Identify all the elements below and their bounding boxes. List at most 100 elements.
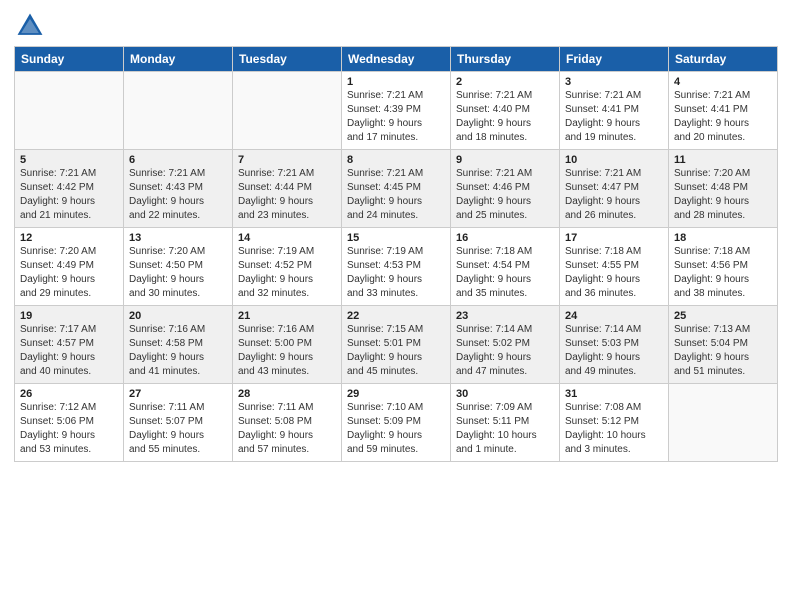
- week-row-5: 26Sunrise: 7:12 AM Sunset: 5:06 PM Dayli…: [15, 384, 778, 462]
- day-info: Sunrise: 7:13 AM Sunset: 5:04 PM Dayligh…: [674, 323, 772, 379]
- day-number: 24: [565, 310, 663, 322]
- calendar-cell: 12Sunrise: 7:20 AM Sunset: 4:49 PM Dayli…: [15, 228, 124, 306]
- day-info: Sunrise: 7:09 AM Sunset: 5:11 PM Dayligh…: [456, 401, 554, 457]
- day-info: Sunrise: 7:21 AM Sunset: 4:46 PM Dayligh…: [456, 167, 554, 223]
- weekday-header-saturday: Saturday: [669, 47, 778, 72]
- day-info: Sunrise: 7:16 AM Sunset: 4:58 PM Dayligh…: [129, 323, 227, 379]
- day-number: 22: [347, 310, 445, 322]
- day-info: Sunrise: 7:21 AM Sunset: 4:39 PM Dayligh…: [347, 89, 445, 145]
- day-number: 19: [20, 310, 118, 322]
- day-info: Sunrise: 7:21 AM Sunset: 4:42 PM Dayligh…: [20, 167, 118, 223]
- calendar-cell: 5Sunrise: 7:21 AM Sunset: 4:42 PM Daylig…: [15, 150, 124, 228]
- day-number: 15: [347, 232, 445, 244]
- day-number: 1: [347, 76, 445, 88]
- calendar-cell: 22Sunrise: 7:15 AM Sunset: 5:01 PM Dayli…: [342, 306, 451, 384]
- day-number: 27: [129, 388, 227, 400]
- header: [14, 10, 778, 42]
- day-info: Sunrise: 7:19 AM Sunset: 4:53 PM Dayligh…: [347, 245, 445, 301]
- day-info: Sunrise: 7:08 AM Sunset: 5:12 PM Dayligh…: [565, 401, 663, 457]
- day-number: 26: [20, 388, 118, 400]
- calendar-cell: 19Sunrise: 7:17 AM Sunset: 4:57 PM Dayli…: [15, 306, 124, 384]
- calendar-cell: 20Sunrise: 7:16 AM Sunset: 4:58 PM Dayli…: [124, 306, 233, 384]
- day-info: Sunrise: 7:18 AM Sunset: 4:55 PM Dayligh…: [565, 245, 663, 301]
- day-info: Sunrise: 7:21 AM Sunset: 4:47 PM Dayligh…: [565, 167, 663, 223]
- calendar-cell: 16Sunrise: 7:18 AM Sunset: 4:54 PM Dayli…: [451, 228, 560, 306]
- calendar-cell: 18Sunrise: 7:18 AM Sunset: 4:56 PM Dayli…: [669, 228, 778, 306]
- day-number: 8: [347, 154, 445, 166]
- day-number: 16: [456, 232, 554, 244]
- day-number: 3: [565, 76, 663, 88]
- calendar-cell: 29Sunrise: 7:10 AM Sunset: 5:09 PM Dayli…: [342, 384, 451, 462]
- day-info: Sunrise: 7:11 AM Sunset: 5:07 PM Dayligh…: [129, 401, 227, 457]
- calendar-cell: 11Sunrise: 7:20 AM Sunset: 4:48 PM Dayli…: [669, 150, 778, 228]
- calendar-cell: 31Sunrise: 7:08 AM Sunset: 5:12 PM Dayli…: [560, 384, 669, 462]
- calendar-cell: 6Sunrise: 7:21 AM Sunset: 4:43 PM Daylig…: [124, 150, 233, 228]
- weekday-header-monday: Monday: [124, 47, 233, 72]
- day-info: Sunrise: 7:21 AM Sunset: 4:40 PM Dayligh…: [456, 89, 554, 145]
- calendar-cell: 25Sunrise: 7:13 AM Sunset: 5:04 PM Dayli…: [669, 306, 778, 384]
- day-info: Sunrise: 7:10 AM Sunset: 5:09 PM Dayligh…: [347, 401, 445, 457]
- calendar-cell: 13Sunrise: 7:20 AM Sunset: 4:50 PM Dayli…: [124, 228, 233, 306]
- calendar-cell: 28Sunrise: 7:11 AM Sunset: 5:08 PM Dayli…: [233, 384, 342, 462]
- day-info: Sunrise: 7:14 AM Sunset: 5:03 PM Dayligh…: [565, 323, 663, 379]
- day-info: Sunrise: 7:21 AM Sunset: 4:44 PM Dayligh…: [238, 167, 336, 223]
- calendar-table: SundayMondayTuesdayWednesdayThursdayFrid…: [14, 46, 778, 462]
- page: SundayMondayTuesdayWednesdayThursdayFrid…: [0, 0, 792, 476]
- day-info: Sunrise: 7:21 AM Sunset: 4:41 PM Dayligh…: [674, 89, 772, 145]
- day-info: Sunrise: 7:18 AM Sunset: 4:54 PM Dayligh…: [456, 245, 554, 301]
- day-number: 23: [456, 310, 554, 322]
- calendar-cell: 7Sunrise: 7:21 AM Sunset: 4:44 PM Daylig…: [233, 150, 342, 228]
- day-number: 5: [20, 154, 118, 166]
- calendar-cell: 2Sunrise: 7:21 AM Sunset: 4:40 PM Daylig…: [451, 72, 560, 150]
- week-row-2: 5Sunrise: 7:21 AM Sunset: 4:42 PM Daylig…: [15, 150, 778, 228]
- weekday-header-friday: Friday: [560, 47, 669, 72]
- day-number: 7: [238, 154, 336, 166]
- day-number: 14: [238, 232, 336, 244]
- weekday-header-sunday: Sunday: [15, 47, 124, 72]
- weekday-header-tuesday: Tuesday: [233, 47, 342, 72]
- calendar-cell: 23Sunrise: 7:14 AM Sunset: 5:02 PM Dayli…: [451, 306, 560, 384]
- calendar-cell: 3Sunrise: 7:21 AM Sunset: 4:41 PM Daylig…: [560, 72, 669, 150]
- day-number: 11: [674, 154, 772, 166]
- day-info: Sunrise: 7:17 AM Sunset: 4:57 PM Dayligh…: [20, 323, 118, 379]
- calendar-cell: 14Sunrise: 7:19 AM Sunset: 4:52 PM Dayli…: [233, 228, 342, 306]
- day-info: Sunrise: 7:19 AM Sunset: 4:52 PM Dayligh…: [238, 245, 336, 301]
- calendar-cell: 30Sunrise: 7:09 AM Sunset: 5:11 PM Dayli…: [451, 384, 560, 462]
- day-info: Sunrise: 7:18 AM Sunset: 4:56 PM Dayligh…: [674, 245, 772, 301]
- day-number: 2: [456, 76, 554, 88]
- calendar-cell: [669, 384, 778, 462]
- day-number: 17: [565, 232, 663, 244]
- day-info: Sunrise: 7:11 AM Sunset: 5:08 PM Dayligh…: [238, 401, 336, 457]
- day-number: 4: [674, 76, 772, 88]
- day-number: 30: [456, 388, 554, 400]
- day-number: 6: [129, 154, 227, 166]
- calendar-cell: 8Sunrise: 7:21 AM Sunset: 4:45 PM Daylig…: [342, 150, 451, 228]
- calendar-cell: 21Sunrise: 7:16 AM Sunset: 5:00 PM Dayli…: [233, 306, 342, 384]
- day-info: Sunrise: 7:20 AM Sunset: 4:49 PM Dayligh…: [20, 245, 118, 301]
- calendar-cell: 26Sunrise: 7:12 AM Sunset: 5:06 PM Dayli…: [15, 384, 124, 462]
- day-info: Sunrise: 7:20 AM Sunset: 4:48 PM Dayligh…: [674, 167, 772, 223]
- calendar-cell: 27Sunrise: 7:11 AM Sunset: 5:07 PM Dayli…: [124, 384, 233, 462]
- day-number: 25: [674, 310, 772, 322]
- weekday-header-thursday: Thursday: [451, 47, 560, 72]
- day-number: 28: [238, 388, 336, 400]
- calendar-cell: 9Sunrise: 7:21 AM Sunset: 4:46 PM Daylig…: [451, 150, 560, 228]
- calendar-cell: 17Sunrise: 7:18 AM Sunset: 4:55 PM Dayli…: [560, 228, 669, 306]
- calendar-cell: 15Sunrise: 7:19 AM Sunset: 4:53 PM Dayli…: [342, 228, 451, 306]
- week-row-1: 1Sunrise: 7:21 AM Sunset: 4:39 PM Daylig…: [15, 72, 778, 150]
- week-row-3: 12Sunrise: 7:20 AM Sunset: 4:49 PM Dayli…: [15, 228, 778, 306]
- day-info: Sunrise: 7:20 AM Sunset: 4:50 PM Dayligh…: [129, 245, 227, 301]
- calendar-cell: [15, 72, 124, 150]
- day-number: 13: [129, 232, 227, 244]
- calendar-cell: [124, 72, 233, 150]
- calendar-cell: 24Sunrise: 7:14 AM Sunset: 5:03 PM Dayli…: [560, 306, 669, 384]
- calendar-cell: 4Sunrise: 7:21 AM Sunset: 4:41 PM Daylig…: [669, 72, 778, 150]
- day-number: 21: [238, 310, 336, 322]
- day-number: 20: [129, 310, 227, 322]
- day-info: Sunrise: 7:21 AM Sunset: 4:45 PM Dayligh…: [347, 167, 445, 223]
- weekday-header-row: SundayMondayTuesdayWednesdayThursdayFrid…: [15, 47, 778, 72]
- weekday-header-wednesday: Wednesday: [342, 47, 451, 72]
- day-number: 18: [674, 232, 772, 244]
- calendar-cell: [233, 72, 342, 150]
- day-info: Sunrise: 7:21 AM Sunset: 4:41 PM Dayligh…: [565, 89, 663, 145]
